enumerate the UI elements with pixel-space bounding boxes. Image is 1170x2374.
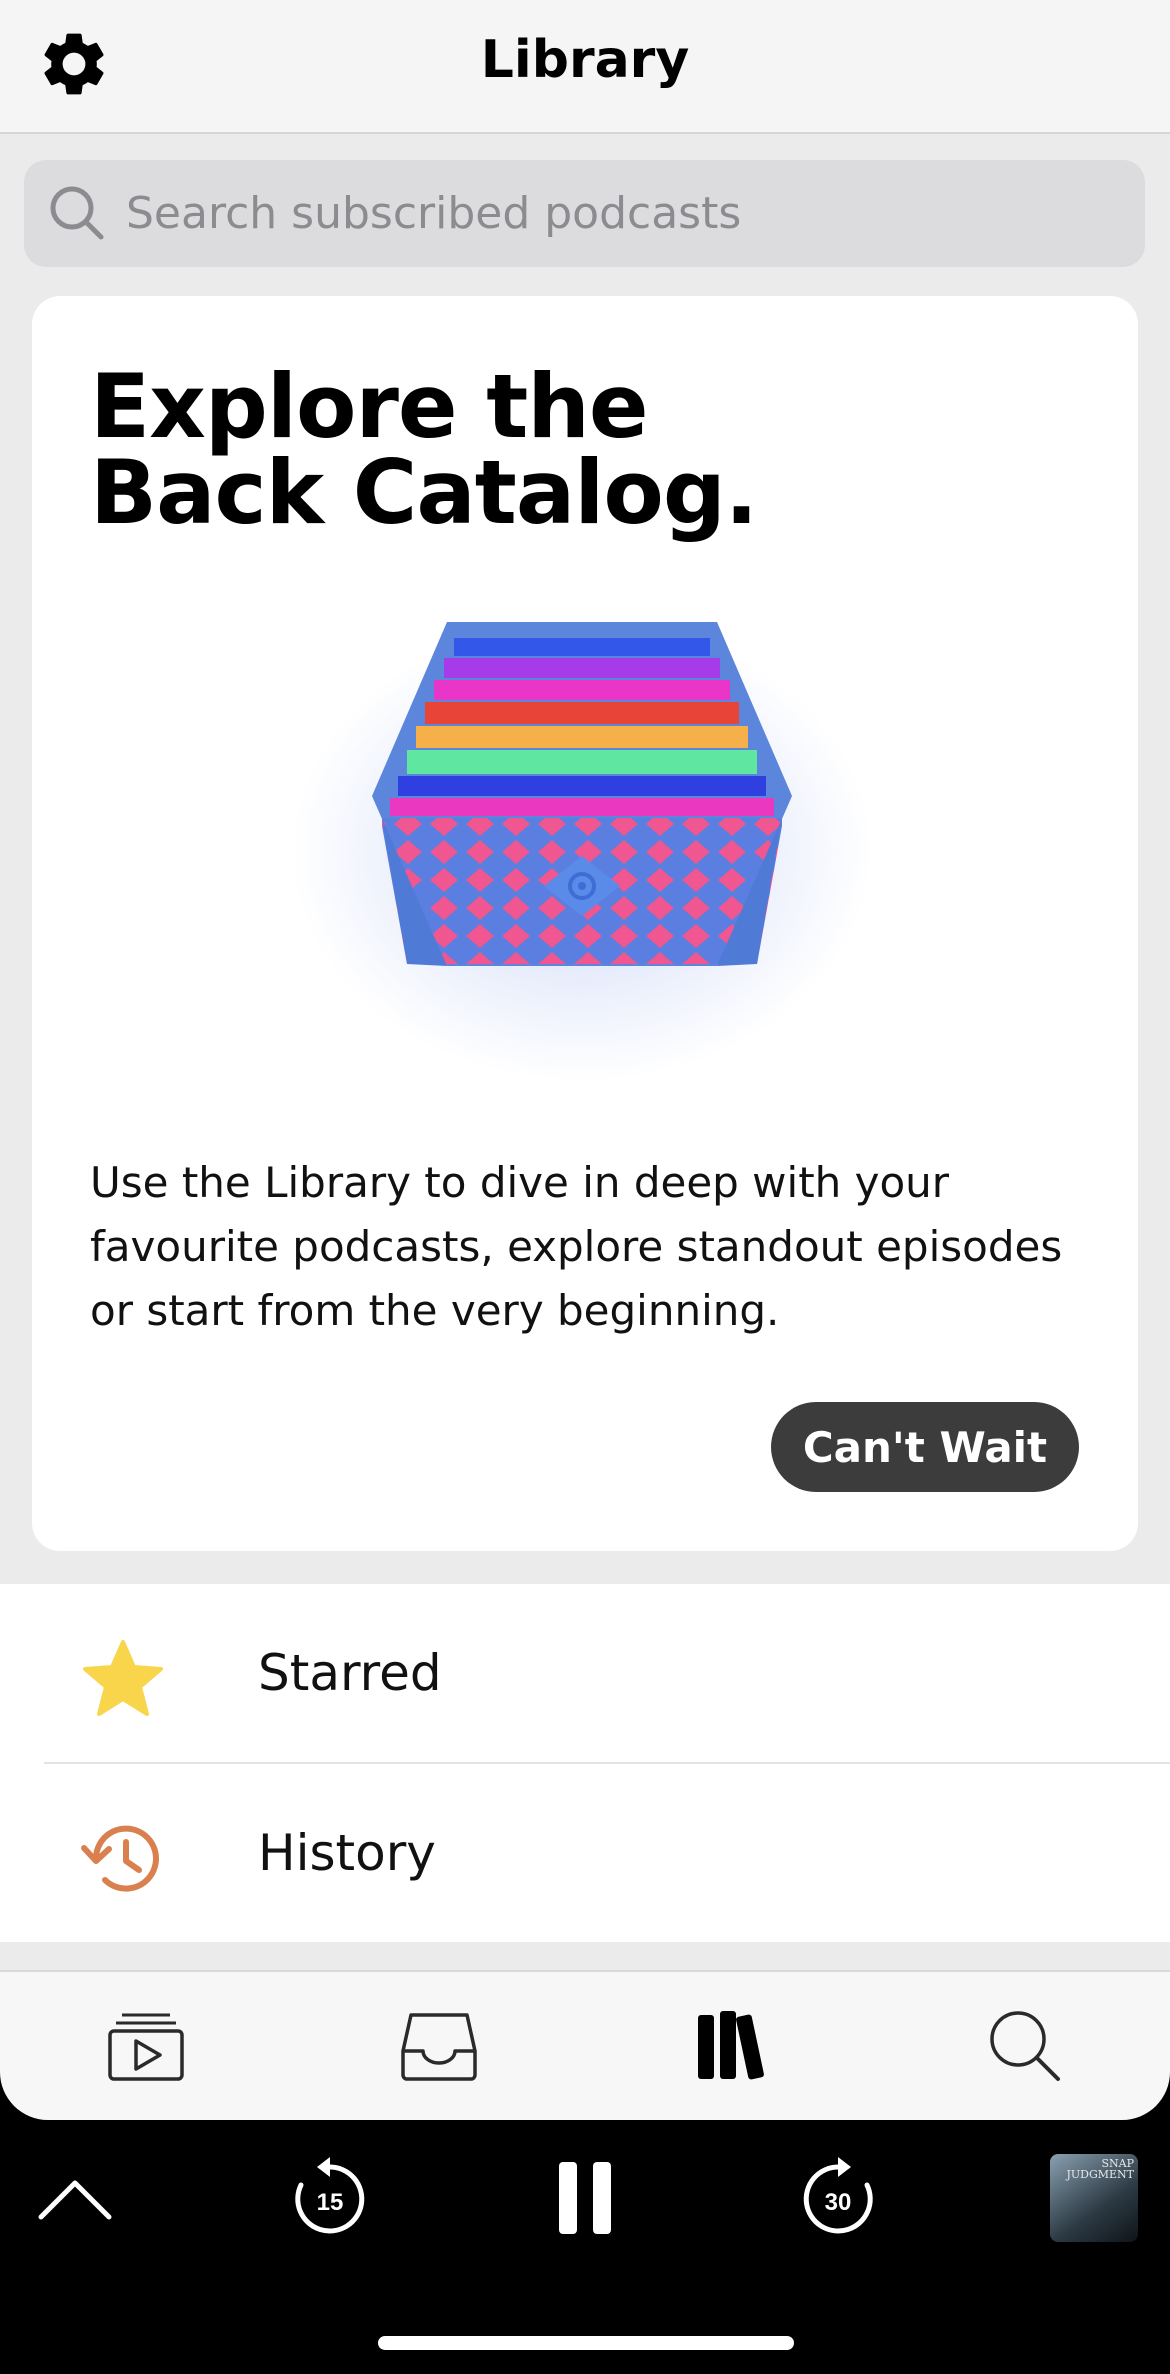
podcast-crate-illustration: [292, 621, 872, 1081]
list-item-history[interactable]: History: [0, 1764, 1170, 1942]
tab-search[interactable]: [974, 2000, 1074, 2090]
home-indicator: [378, 2336, 794, 2350]
search-input[interactable]: [116, 160, 1136, 267]
skip-forward-seconds: 30: [825, 2189, 852, 2216]
promo-title-line: Back Catalog.: [90, 441, 758, 544]
list-item-starred[interactable]: Starred: [0, 1584, 1170, 1764]
promo-description-line: or start from the very beginning.: [90, 1286, 780, 1335]
promo-title-line: Explore the: [90, 355, 649, 458]
expand-player-button[interactable]: [26, 2156, 124, 2240]
promo-description: Use the Library to dive in deep with you…: [90, 1151, 1090, 1343]
tab-inbox[interactable]: [389, 2000, 489, 2090]
back-catalog-promo-card: Explore the Back Catalog. Use the Librar…: [32, 296, 1138, 1551]
search-icon: [50, 186, 104, 240]
artwork-title: SNAP JUDGMENT: [1066, 2157, 1134, 2181]
history-icon: [81, 1825, 159, 1892]
list-item-label: Starred: [258, 1644, 442, 1702]
pause-button[interactable]: [540, 2150, 630, 2246]
now-playing-artwork[interactable]: SNAP JUDGMENT: [1050, 2154, 1138, 2242]
list-item-label: History: [258, 1824, 436, 1882]
promo-description-line: favourite podcasts, explore standout epi…: [90, 1222, 1063, 1271]
inbox-icon: [401, 2013, 477, 2081]
promo-title: Explore the Back Catalog.: [90, 355, 990, 544]
library-icon: [698, 2011, 764, 2080]
search-bar[interactable]: [24, 160, 1145, 267]
pause-icon: [559, 2162, 611, 2234]
library-list: Starred History: [0, 1584, 1170, 1942]
star-icon: [83, 1640, 163, 1716]
tab-bar: [0, 1970, 1170, 2120]
page-title: Library: [480, 30, 690, 90]
skip-back-icon: 15: [295, 2157, 365, 2234]
cant-wait-button[interactable]: Can't Wait: [771, 1402, 1079, 1492]
promo-description-line: Use the Library to dive in deep with you…: [90, 1158, 950, 1207]
chevron-up-icon: [38, 2180, 112, 2220]
tab-up-next[interactable]: [96, 2000, 196, 2090]
skip-forward-icon: 30: [803, 2157, 873, 2234]
skip-forward-button[interactable]: 30: [790, 2150, 886, 2246]
skip-back-seconds: 15: [317, 2189, 344, 2216]
tab-library[interactable]: [682, 2000, 782, 2090]
skip-back-button[interactable]: 15: [282, 2150, 378, 2246]
navigation-bar: Library: [0, 0, 1170, 134]
play-stack-icon: [108, 2013, 184, 2081]
search-icon: [990, 2011, 1060, 2081]
